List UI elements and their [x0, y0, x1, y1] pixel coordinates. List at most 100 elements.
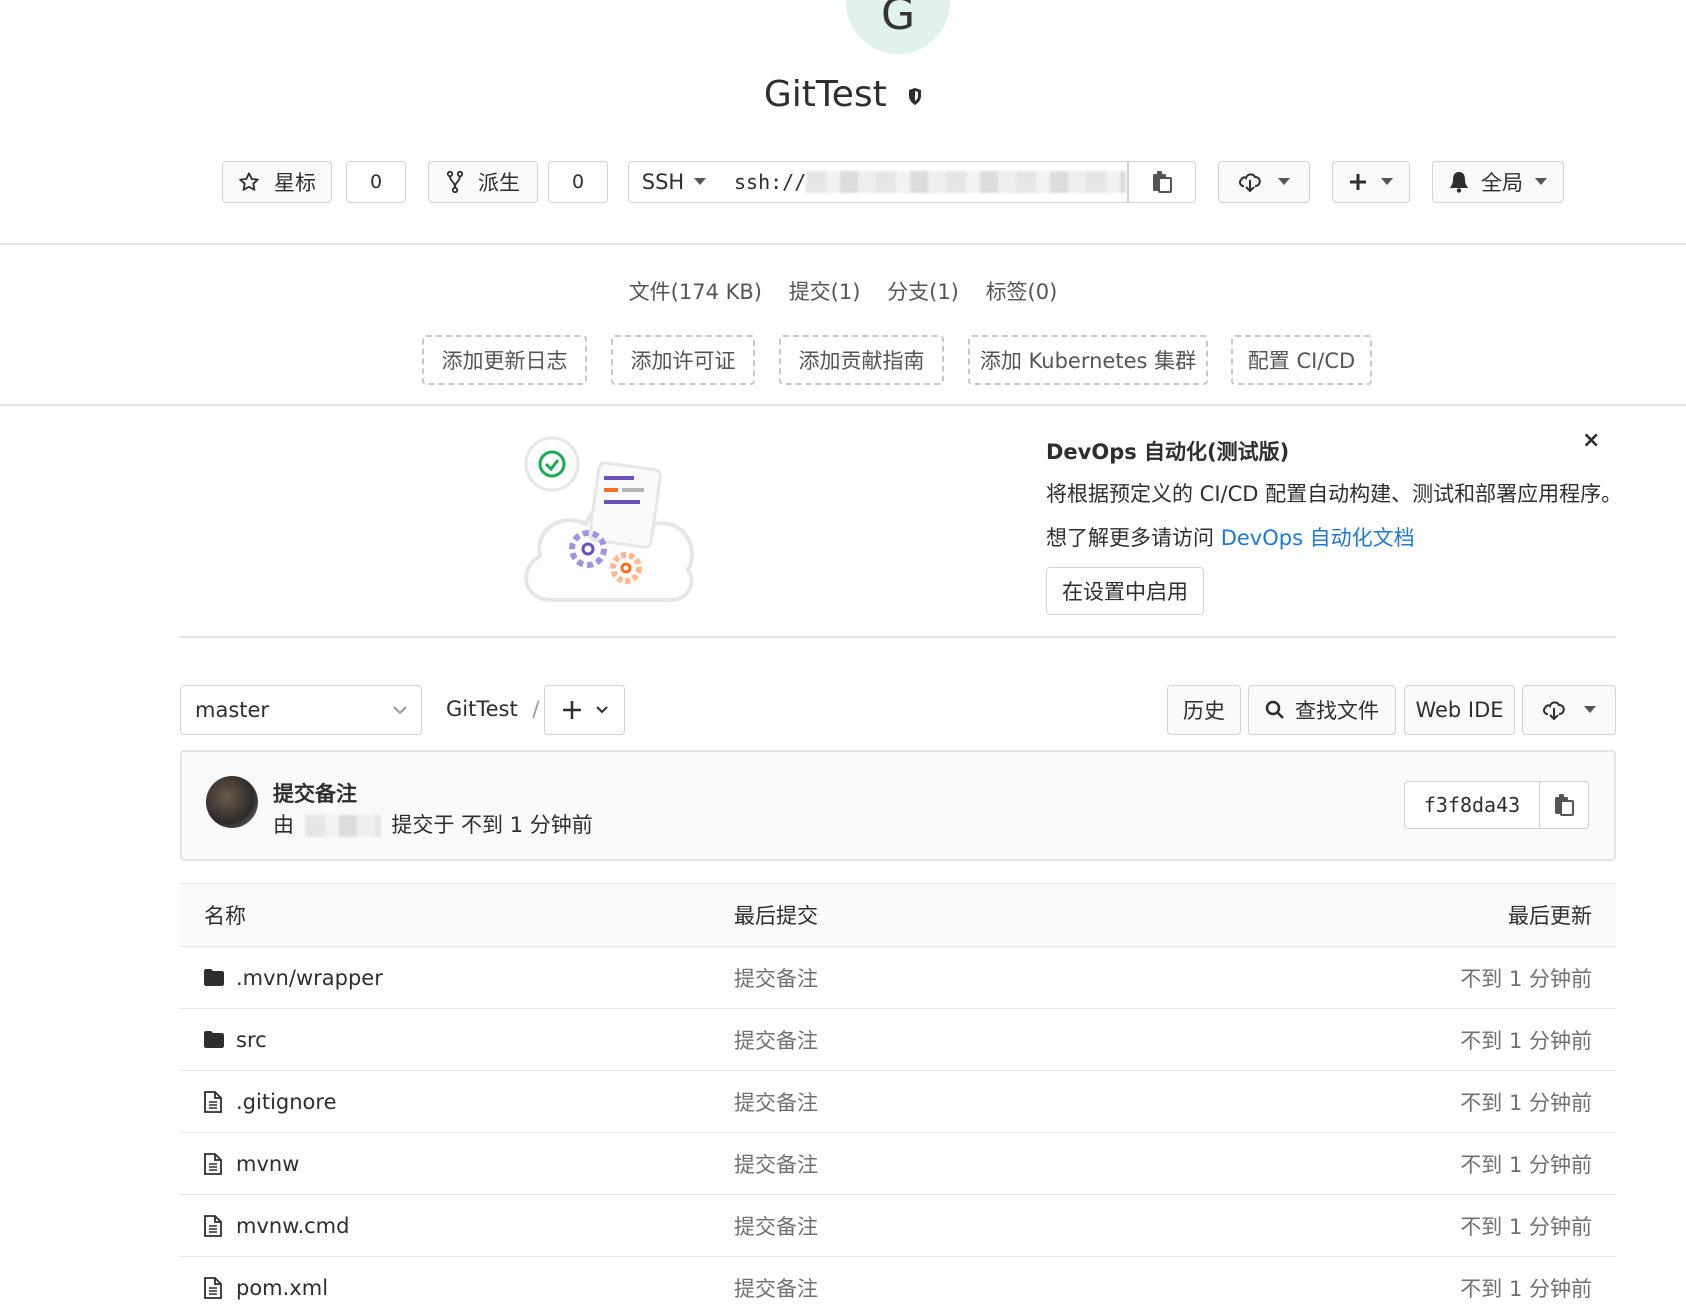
breadcrumb: GitTest / [446, 697, 539, 721]
enable-in-settings-button[interactable]: 在设置中启用 [1046, 567, 1204, 615]
visibility-shield-icon [909, 87, 922, 105]
notification-label: 全局 [1481, 171, 1523, 195]
commit-by-prefix: 由 [273, 813, 294, 837]
file-name-cell: src [180, 1028, 734, 1052]
notification-dropdown[interactable]: 全局 [1432, 161, 1564, 203]
tags-stat[interactable]: 标签(0) [986, 280, 1058, 304]
header-last-commit: 最后提交 [734, 904, 818, 928]
file-name-link[interactable]: mvnw [236, 1152, 299, 1176]
file-name-link[interactable]: mvnw.cmd [236, 1214, 349, 1238]
chevron-down-icon [694, 178, 707, 185]
add-license-button[interactable]: 添加许可证 [611, 335, 755, 385]
star-icon [239, 172, 259, 191]
search-icon [1265, 700, 1284, 719]
fork-icon [446, 171, 464, 193]
web-ide-button[interactable]: Web IDE [1404, 685, 1515, 735]
folder-icon [204, 1031, 226, 1048]
commit-message[interactable]: 提交备注 [273, 778, 357, 808]
clipboard-icon [1555, 794, 1574, 816]
clone-url-input[interactable]: ssh:// [718, 161, 1128, 203]
file-name-cell: pom.xml [180, 1276, 734, 1300]
chevron-down-icon [595, 706, 608, 714]
table-row[interactable]: mvnw.cmd 提交备注 不到 1 分钟前 [180, 1195, 1616, 1257]
file-updated-time: 不到 1 分钟前 [1460, 1090, 1592, 1115]
file-name-link[interactable]: src [236, 1028, 267, 1052]
file-icon [204, 1276, 226, 1299]
add-contributing-button[interactable]: 添加贡献指南 [779, 335, 944, 385]
avatar[interactable] [206, 776, 258, 828]
protocol-dropdown[interactable]: SSH [628, 161, 720, 203]
divider [180, 636, 1616, 638]
configure-cicd-button[interactable]: 配置 CI/CD [1231, 335, 1372, 385]
chevron-down-icon [1278, 178, 1290, 185]
breadcrumb-separator: / [532, 697, 540, 721]
add-changelog-button[interactable]: 添加更新日志 [422, 335, 587, 385]
file-updated-time: 不到 1 分钟前 [1460, 1214, 1592, 1239]
bell-icon [1450, 172, 1468, 193]
history-button[interactable]: 历史 [1167, 685, 1241, 735]
project-title-wrap: GitTest [0, 74, 1686, 115]
find-file-button[interactable]: 查找文件 [1248, 685, 1396, 735]
file-name-cell: .gitignore [180, 1090, 734, 1114]
file-commit-link[interactable]: 提交备注 [734, 1087, 1334, 1117]
star-count[interactable]: 0 [346, 161, 406, 203]
branches-stat[interactable]: 分支(1) [887, 280, 959, 304]
table-row[interactable]: .mvn/wrapper 提交备注 不到 1 分钟前 [180, 947, 1616, 1009]
file-icon [204, 1214, 226, 1237]
project-avatar: G [846, 0, 950, 54]
file-name-cell: .mvn/wrapper [180, 966, 734, 990]
devops-title: DevOps 自动化(测试版) [1046, 440, 1290, 464]
clipboard-icon [1153, 171, 1172, 193]
file-name-link[interactable]: .gitignore [236, 1090, 337, 1114]
repo-stats: 文件(174 KB) 提交(1) 分支(1) 标签(0) [0, 276, 1686, 306]
file-commit-link[interactable]: 提交备注 [734, 963, 1334, 993]
devops-docs-link[interactable]: DevOps 自动化文档 [1221, 526, 1415, 550]
commit-time: 提交于 不到 1 分钟前 [391, 813, 593, 837]
fork-button[interactable]: 派生 [428, 161, 538, 203]
divider [0, 243, 1686, 245]
new-dropdown[interactable] [1332, 161, 1410, 203]
branch-name: master [195, 698, 270, 722]
branch-selector[interactable]: master [180, 685, 422, 735]
close-icon[interactable]: × [1582, 428, 1600, 453]
copy-url-button[interactable] [1128, 161, 1196, 203]
add-kubernetes-button[interactable]: 添加 Kubernetes 集群 [968, 335, 1208, 385]
add-to-tree-dropdown[interactable] [544, 685, 625, 735]
header-last-update: 最后更新 [1508, 904, 1592, 928]
file-commit-link[interactable]: 提交备注 [734, 1025, 1334, 1055]
files-stat[interactable]: 文件(174 KB) [629, 280, 762, 304]
star-button[interactable]: 星标 [222, 161, 332, 203]
table-row[interactable]: .gitignore 提交备注 不到 1 分钟前 [180, 1071, 1616, 1133]
devops-learn-more-prefix: 想了解更多请访问 [1046, 526, 1221, 550]
copy-sha-button[interactable] [1539, 781, 1589, 829]
table-row[interactable]: mvnw 提交备注 不到 1 分钟前 [180, 1133, 1616, 1195]
table-row[interactable]: pom.xml 提交备注 不到 1 分钟前 [180, 1257, 1616, 1313]
chevron-down-icon [1381, 178, 1393, 185]
file-name-cell: mvnw [180, 1152, 734, 1176]
download-dropdown[interactable] [1218, 161, 1310, 203]
commits-stat[interactable]: 提交(1) [789, 280, 861, 304]
breadcrumb-root[interactable]: GitTest [446, 697, 518, 721]
divider [0, 404, 1686, 406]
file-updated-time: 不到 1 分钟前 [1460, 1152, 1592, 1177]
file-name-link[interactable]: .mvn/wrapper [236, 966, 383, 990]
folder-icon [204, 969, 226, 986]
table-row[interactable]: src 提交备注 不到 1 分钟前 [180, 1009, 1616, 1071]
file-commit-link[interactable]: 提交备注 [734, 1273, 1334, 1303]
file-icon [204, 1090, 226, 1113]
download-source-dropdown[interactable] [1522, 685, 1616, 735]
file-commit-link[interactable]: 提交备注 [734, 1211, 1334, 1241]
commit-sha[interactable]: f3f8da43 [1404, 781, 1540, 829]
plus-icon [562, 701, 581, 719]
download-icon [1239, 173, 1261, 193]
clone-url-redacted [806, 171, 1127, 193]
file-commit-link[interactable]: 提交备注 [734, 1149, 1334, 1179]
devops-description: 将根据预定义的 CI/CD 配置自动构建、测试和部署应用程序。 [1046, 482, 1623, 506]
file-updated-time: 不到 1 分钟前 [1460, 1276, 1592, 1301]
file-name-link[interactable]: pom.xml [236, 1276, 328, 1300]
plus-icon [1350, 174, 1366, 190]
fork-count[interactable]: 0 [548, 161, 608, 203]
file-updated-time: 不到 1 分钟前 [1460, 966, 1592, 991]
project-title: GitTest [763, 74, 887, 115]
file-name-cell: mvnw.cmd [180, 1214, 734, 1238]
